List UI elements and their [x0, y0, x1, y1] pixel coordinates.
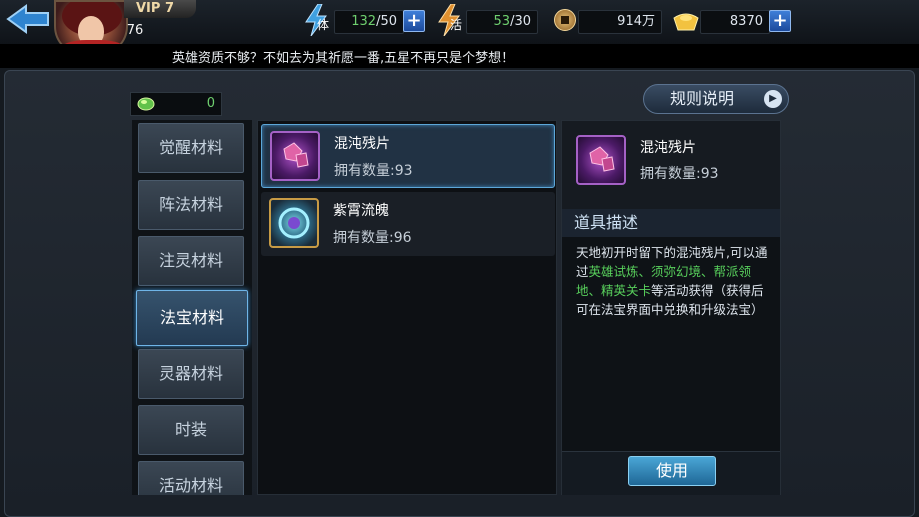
add-gold-button[interactable]: +	[769, 10, 791, 32]
copper-coin-icon	[554, 9, 576, 31]
item-name: 紫霄流魄	[333, 203, 389, 219]
chaos-fragment-icon	[576, 135, 626, 185]
use-button[interactable]: 使用	[628, 456, 716, 486]
vigor-counter: 53/30	[466, 10, 538, 34]
vigor-value: 53	[493, 14, 511, 29]
purple-cloud-soul-icon	[269, 198, 319, 248]
stamina-max: /50	[376, 14, 397, 29]
tab-awakening-materials[interactable]: 觉醒材料	[138, 123, 244, 173]
item-name: 混沌残片	[334, 136, 390, 152]
scrolling-notice: 英雄资质不够？不如去为其祈愿一番,五星不再只是个梦想！	[172, 51, 515, 66]
description-title: 道具描述	[562, 209, 780, 237]
jade-counter: 0	[130, 92, 222, 116]
category-tabs: 觉醒材料 阵法材料 注灵材料 法宝材料 灵器材料 时装 活动材料	[132, 120, 252, 495]
vigor-label: 活	[450, 18, 463, 32]
tab-formation-materials[interactable]: 阵法材料	[138, 180, 244, 230]
play-arrow-icon: ▶	[764, 90, 782, 108]
player-level: 76	[126, 23, 144, 38]
add-stamina-button[interactable]: +	[403, 10, 425, 32]
detail-item-name: 混沌残片	[640, 140, 696, 156]
list-item-purple-cloud-soul[interactable]: 紫霄流魄 拥有数量:96	[261, 192, 555, 256]
item-count: 拥有数量:93	[334, 163, 413, 179]
tab-artifact-materials[interactable]: 灵器材料	[138, 349, 244, 399]
vip-badge[interactable]: VIP 7	[124, 0, 196, 18]
item-description: 天地初开时留下的混沌残片,可以通过英雄试炼、须弥幻境、帮派领地、精英关卡等活动获…	[576, 243, 772, 319]
jade-icon	[137, 96, 155, 112]
back-button[interactable]	[6, 4, 52, 34]
stamina-label: 体	[317, 18, 330, 32]
tab-fashion[interactable]: 时装	[138, 405, 244, 455]
rules-button-label: 规则说明	[670, 89, 735, 108]
stamina-counter: 132/50	[334, 10, 404, 34]
item-list: 混沌残片 拥有数量:93 紫霄流魄 拥有数量:96	[257, 120, 557, 495]
gold-ingot-icon	[672, 10, 700, 32]
rules-button[interactable]: 规则说明 ▶	[643, 84, 789, 114]
list-item-chaos-fragment[interactable]: 混沌残片 拥有数量:93	[261, 124, 555, 188]
jade-value: 0	[206, 96, 215, 111]
item-count: 拥有数量:96	[333, 230, 412, 246]
tab-infusion-materials[interactable]: 注灵材料	[138, 236, 244, 286]
tab-treasure-materials[interactable]: 法宝材料	[136, 290, 248, 346]
item-detail-panel: 混沌残片 拥有数量:93 道具描述 天地初开时留下的混沌残片,可以通过英雄试炼、…	[561, 120, 781, 495]
vigor-max: /30	[510, 14, 531, 29]
coins-value: 914万	[578, 10, 662, 34]
stamina-value: 132	[351, 14, 377, 29]
tab-event-materials[interactable]: 活动材料	[138, 461, 244, 495]
chaos-fragment-icon	[270, 131, 320, 181]
back-arrow-icon	[6, 4, 49, 34]
detail-item-count: 拥有数量:93	[640, 166, 719, 182]
gold-value: 8370	[700, 10, 770, 34]
